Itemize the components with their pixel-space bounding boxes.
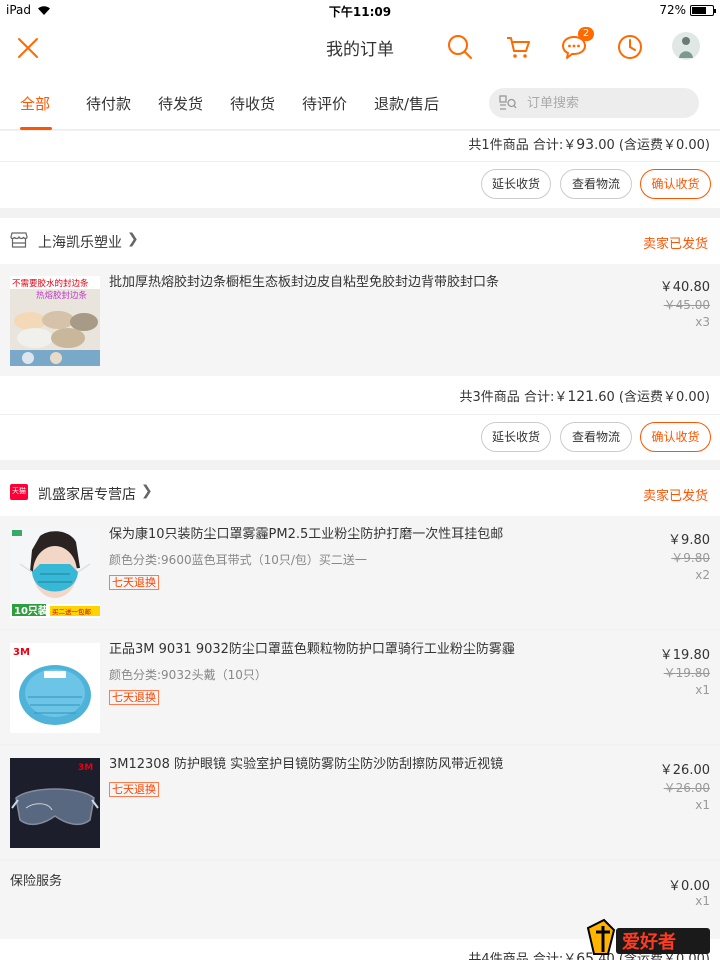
image-caption: 3M — [78, 763, 93, 773]
battery-icon — [690, 4, 716, 16]
product-quantity: x3 — [695, 315, 710, 329]
watermark-text: 爱好者 — [622, 931, 676, 953]
product-quantity: x1 — [695, 798, 710, 812]
cart-icon[interactable] — [504, 33, 532, 61]
search-input[interactable] — [527, 92, 687, 114]
active-tab-indicator — [20, 127, 52, 130]
product-price: ￥19.80 — [659, 648, 710, 663]
shop-header[interactable]: 上海凯乐塑业 ❯ 卖家已发货 — [0, 218, 720, 264]
watermark-logo: 爱好者 — [586, 914, 712, 958]
shop-name: 上海凯乐塑业 — [38, 235, 122, 251]
order-item[interactable]: 3M 正品3M 9031 9032防尘口罩蓝色颗粒物防护口罩骑行工业粉尘防雾霾 … — [0, 631, 720, 744]
battery-percent: 72% — [659, 3, 686, 17]
navbar: 我的订单 2 — [0, 20, 720, 74]
product-sku: 颜色分类:9032头戴（10只） — [109, 668, 267, 682]
image-caption: 3M — [13, 647, 30, 658]
page-title: 我的订单 — [326, 40, 394, 60]
message-badge: 2 — [578, 27, 594, 41]
tab-pending-review[interactable]: 待评价 — [302, 93, 347, 114]
product-quantity: x2 — [695, 568, 710, 582]
extend-receipt-button[interactable]: 延长收货 — [481, 169, 551, 199]
status-time: 下午11:09 — [328, 5, 392, 19]
order-search[interactable] — [489, 88, 699, 118]
image-caption: 买二送一包邮 — [52, 607, 92, 616]
order-item[interactable]: 10只装 买二送一包邮 保为康10只装防尘口罩雾霾PM2.5工业粉尘防护打磨一次… — [0, 516, 720, 629]
product-image: 10只装 买二送一包邮 — [10, 528, 100, 618]
divider — [0, 161, 720, 162]
insurance-price: ￥0.00 — [668, 879, 710, 894]
close-icon[interactable] — [14, 34, 42, 62]
product-image: 3M — [10, 758, 100, 848]
avatar[interactable] — [672, 32, 700, 60]
tab-pending-payment[interactable]: 待付款 — [86, 93, 131, 114]
message-button[interactable]: 2 — [560, 27, 594, 61]
shop-name: 凯盛家居专营店 — [38, 487, 136, 503]
confirm-receipt-button[interactable]: 确认收货 — [640, 169, 711, 199]
order-item[interactable]: 不需要胶水的封边条 热熔胶封边条 批加厚热熔胶封边条橱柜生态板封边皮自粘型免胶封… — [0, 264, 720, 376]
tab-pending-shipment[interactable]: 待发货 — [158, 93, 203, 114]
insurance-quantity: x1 — [695, 894, 710, 908]
original-price: ￥19.80 — [663, 666, 710, 680]
tab-refund[interactable]: 退款/售后 — [374, 93, 439, 114]
order-card-partial: 共1件商品 合计:￥93.00 (含运费￥0.00) 延长收货 查看物流 确认收… — [0, 131, 720, 208]
search-list-icon — [499, 95, 517, 110]
original-price: ￥9.80 — [671, 551, 710, 565]
product-price: ￥40.80 — [659, 280, 710, 295]
original-price: ￥26.00 — [663, 781, 710, 795]
insurance-label: 保险服务 — [10, 874, 63, 889]
seven-day-return-badge: 七天退换 — [109, 575, 159, 590]
view-logistics-button[interactable]: 查看物流 — [560, 169, 632, 199]
store-icon — [10, 232, 28, 248]
clock-icon[interactable] — [616, 33, 644, 61]
seven-day-return-badge: 七天退换 — [109, 690, 159, 705]
order-status: 卖家已发货 — [642, 237, 708, 252]
shop-header[interactable]: 天猫 凯盛家居专营店 ❯ 卖家已发货 — [0, 470, 720, 516]
product-quantity: x1 — [695, 683, 710, 697]
tab-pending-receipt[interactable]: 待收货 — [230, 93, 275, 114]
order-tabs: 全部 待付款 待发货 待收货 待评价 退款/售后 — [0, 74, 720, 130]
extend-receipt-button[interactable]: 延长收货 — [481, 422, 551, 452]
order-status: 卖家已发货 — [642, 489, 708, 504]
product-price: ￥9.80 — [668, 533, 710, 548]
status-bar: iPad 下午11:09 72% — [0, 0, 720, 20]
original-price: ￥45.00 — [663, 298, 710, 312]
image-caption: 热熔胶封边条 — [36, 290, 88, 301]
product-sku: 颜色分类:9600蓝色耳带式（10只/包）买二送一 — [109, 553, 367, 567]
order-footer: 共3件商品 合计:￥121.60 (含运费￥0.00) 延长收货 查看物流 确认… — [0, 376, 720, 460]
product-title: 3M12308 防护眼镜 实验室护目镜防雾防尘防沙防刮擦防风带近视镜 — [109, 757, 504, 772]
seven-day-return-badge: 七天退换 — [109, 782, 159, 797]
view-logistics-button[interactable]: 查看物流 — [560, 422, 632, 452]
divider — [0, 414, 720, 415]
image-caption: 10只装 — [14, 604, 48, 617]
tmall-logo-icon: 天猫 — [10, 484, 28, 500]
tab-all[interactable]: 全部 — [20, 93, 50, 114]
product-title: 批加厚热熔胶封边条橱柜生态板封边皮自粘型免胶封边背带胶封口条 — [109, 275, 500, 290]
confirm-receipt-button[interactable]: 确认收货 — [640, 422, 711, 452]
product-title: 正品3M 9031 9032防尘口罩蓝色颗粒物防护口罩骑行工业粉尘防雾霾 — [109, 642, 515, 657]
product-price: ￥26.00 — [659, 763, 710, 778]
product-image: 不需要胶水的封边条 热熔胶封边条 — [10, 276, 100, 366]
chevron-right-icon: ❯ — [141, 483, 153, 499]
order-summary: 共3件商品 合计:￥121.60 (含运费￥0.00) — [459, 389, 710, 405]
image-caption: 不需要胶水的封边条 — [12, 278, 89, 289]
order-item[interactable]: 3M 3M12308 防护眼镜 实验室护目镜防雾防尘防沙防刮擦防风带近视镜 七天… — [0, 746, 720, 859]
product-title: 保为康10只装防尘口罩雾霾PM2.5工业粉尘防护打磨一次性耳挂包邮 — [109, 527, 504, 542]
chevron-right-icon: ❯ — [127, 231, 139, 247]
search-icon[interactable] — [446, 33, 474, 61]
order-summary: 共1件商品 合计:￥93.00 (含运费￥0.00) — [468, 137, 710, 153]
product-image: 3M — [10, 643, 100, 733]
